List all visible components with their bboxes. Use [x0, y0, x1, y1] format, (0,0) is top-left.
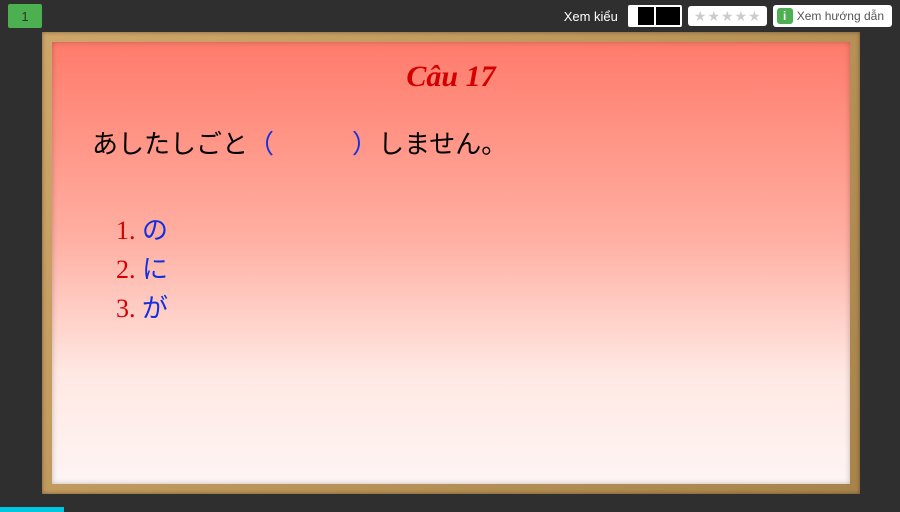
- star-icon: ★: [721, 9, 734, 23]
- slide-content: Câu 17 あしたしごと（ ）しません。 1. の 2. に 3. が: [52, 42, 850, 484]
- slide-stage: Câu 17 あしたしごと（ ）しません。 1. の 2. に 3. が: [42, 32, 860, 494]
- question-number-badge[interactable]: 1: [8, 4, 42, 28]
- option-3[interactable]: 3. が: [116, 289, 810, 328]
- rating-stars[interactable]: ★ ★ ★ ★ ★: [688, 6, 767, 26]
- star-icon: ★: [694, 9, 707, 23]
- view-split-icon[interactable]: [630, 7, 654, 25]
- star-icon: ★: [707, 9, 720, 23]
- option-1[interactable]: 1. の: [116, 211, 810, 250]
- info-icon: i: [777, 8, 793, 24]
- option-text: の: [142, 216, 168, 245]
- guide-button-label: Xem hướng dẫn: [797, 9, 884, 23]
- paren-open: （: [248, 130, 274, 159]
- answer-options: 1. の 2. に 3. が: [92, 211, 810, 328]
- option-number: 2.: [116, 255, 136, 284]
- option-number: 3.: [116, 294, 136, 323]
- star-icon: ★: [748, 9, 761, 23]
- view-mode-label: Xem kiểu: [564, 9, 618, 24]
- blank-space: [274, 130, 352, 159]
- sentence-pre: あしたしごと: [92, 130, 248, 159]
- question-title: Câu 17: [92, 60, 810, 94]
- wood-frame: Câu 17 あしたしごと（ ）しません。 1. の 2. に 3. が: [42, 32, 860, 494]
- option-text: が: [142, 294, 168, 323]
- paren-close: ）: [352, 130, 378, 159]
- option-2[interactable]: 2. に: [116, 250, 810, 289]
- question-sentence: あしたしごと（ ）しません。: [92, 124, 810, 161]
- topbar: 1 Xem kiểu ★ ★ ★ ★ ★ i Xem hướng dẫn: [0, 0, 900, 32]
- option-text: に: [142, 255, 168, 284]
- view-full-icon[interactable]: [656, 7, 680, 25]
- option-number: 1.: [116, 216, 136, 245]
- star-icon: ★: [735, 9, 748, 23]
- sentence-post: しません。: [378, 130, 507, 159]
- guide-button[interactable]: i Xem hướng dẫn: [773, 5, 892, 27]
- view-mode-buttons: [628, 5, 682, 27]
- progress-bar[interactable]: [0, 507, 64, 512]
